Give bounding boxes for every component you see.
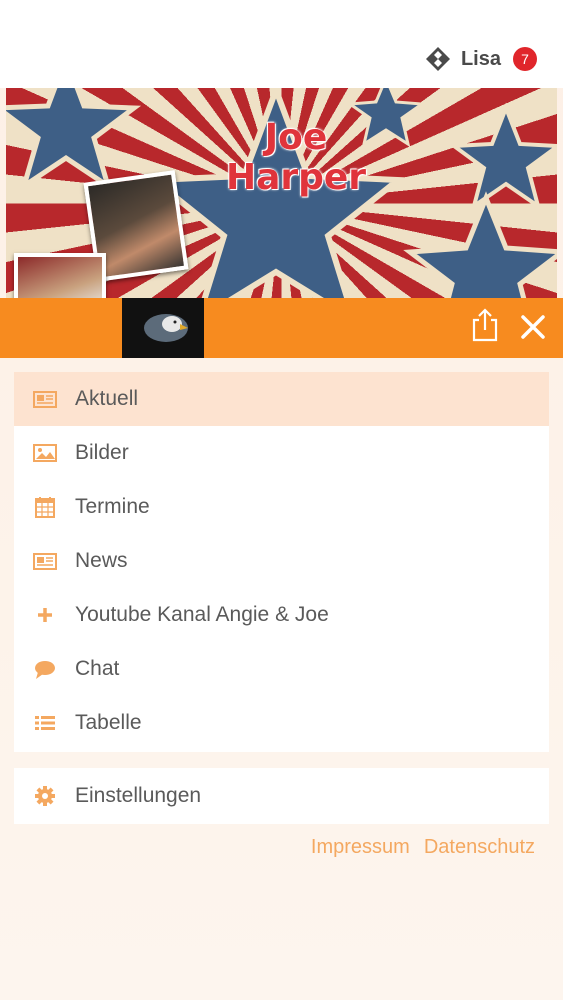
- menu-label-chat: Chat: [75, 657, 120, 680]
- menu-label-news: News: [75, 549, 128, 572]
- banner-title-line2: Harper: [225, 157, 367, 198]
- menu-label-aktuell: Aktuell: [75, 387, 139, 410]
- chat-bubble-icon: [35, 661, 55, 679]
- header-banner: Joe Harper: [6, 88, 557, 298]
- newspaper-icon: [33, 391, 57, 408]
- user-menu[interactable]: Lisa 7: [425, 44, 537, 74]
- gear-icon: [35, 786, 55, 806]
- menu-label-einstellungen: Einstellungen: [75, 784, 202, 807]
- menu-label-tabelle: Tabelle: [75, 711, 142, 734]
- profile-photo-couple: [14, 253, 106, 298]
- eagle-thumbnail[interactable]: [122, 298, 204, 358]
- banner-title: Joe Harper: [196, 118, 396, 198]
- menu-label-bilder: Bilder: [75, 441, 129, 464]
- eagle-image-icon: [144, 314, 188, 342]
- menu-item-aktuell[interactable]: Aktuell: [14, 372, 549, 426]
- top-bar: Lisa 7: [0, 0, 563, 88]
- list-icon: [35, 716, 55, 730]
- menu-item-termine[interactable]: Termine: [14, 480, 549, 534]
- menu-item-youtube[interactable]: Youtube Kanal Angie & Joe: [14, 588, 549, 642]
- menu-item-einstellungen[interactable]: Einstellungen: [14, 768, 549, 824]
- action-strip: [0, 298, 563, 358]
- menu-label-termine: Termine: [75, 495, 150, 518]
- app-logo-icon: [425, 47, 450, 71]
- calendar-icon: [35, 497, 55, 518]
- close-icon[interactable]: [518, 312, 548, 342]
- plus-icon: [38, 608, 52, 622]
- image-icon: [33, 444, 57, 462]
- main-menu: Aktuell Bilder Termine News Youtube Kana…: [14, 372, 549, 752]
- datenschutz-link[interactable]: Datenschutz: [424, 836, 535, 859]
- footer-links: Impressum Datenschutz: [297, 836, 535, 859]
- notification-badge[interactable]: 7: [513, 47, 537, 71]
- menu-item-bilder[interactable]: Bilder: [14, 426, 549, 480]
- menu-item-tabelle[interactable]: Tabelle: [14, 696, 549, 750]
- impressum-link[interactable]: Impressum: [311, 836, 410, 859]
- share-icon[interactable]: [470, 308, 500, 342]
- menu-label-youtube: Youtube Kanal Angie & Joe: [75, 603, 329, 626]
- menu-item-chat[interactable]: Chat: [14, 642, 549, 696]
- newspaper-icon: [33, 553, 57, 570]
- menu-item-news[interactable]: News: [14, 534, 549, 588]
- user-name[interactable]: Lisa: [461, 48, 501, 71]
- banner-title-line1: Joe: [264, 117, 328, 158]
